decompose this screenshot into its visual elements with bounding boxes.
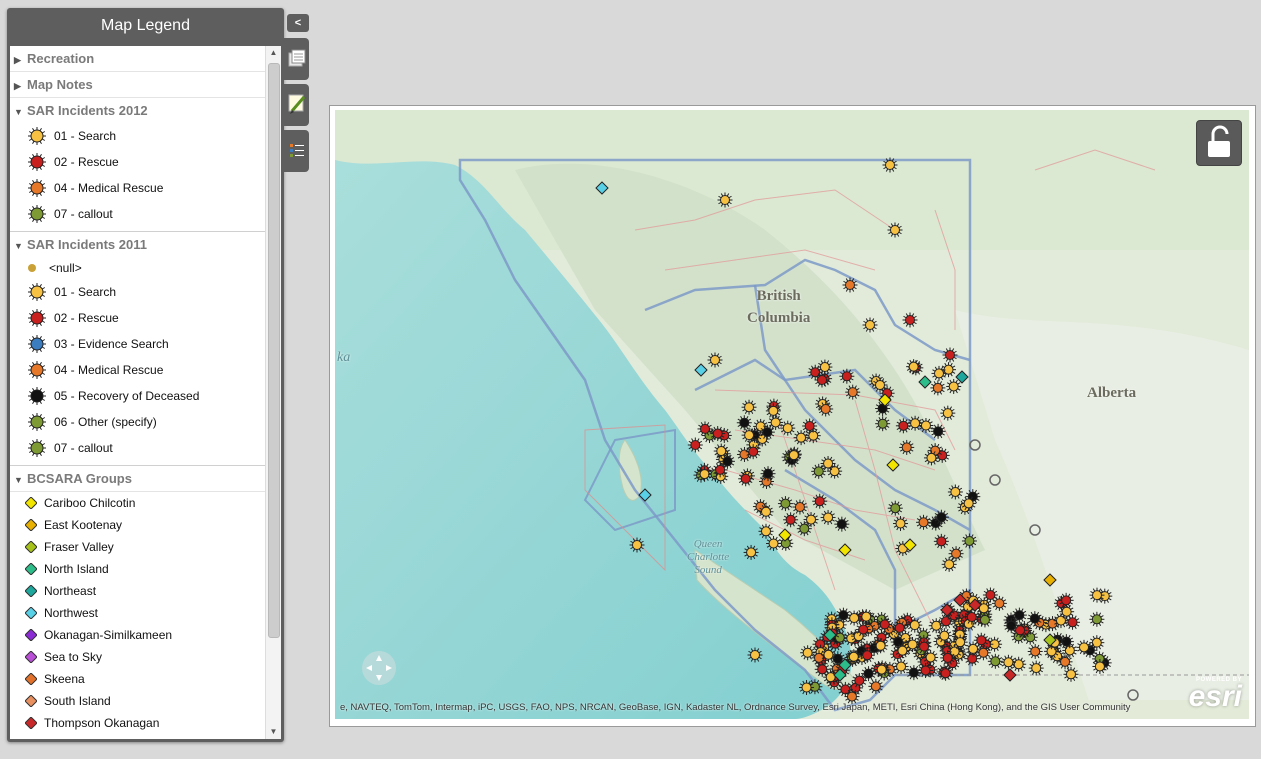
label-british-columbia: British Columbia (747, 288, 811, 326)
pan-navigation-control[interactable] (362, 651, 396, 685)
pan-compass-icon (366, 655, 392, 681)
legend-section-recreation[interactable]: ▶ Recreation (10, 46, 266, 72)
label-queen-charlotte-sound: Queen Charlotte Sound (687, 538, 730, 576)
legend-item: 01 - Search (10, 123, 266, 149)
map-attribution: e, NAVTEQ, TomTom, Intermap, iPC, USGS, … (340, 702, 1131, 713)
diamond-marker-icon (25, 585, 37, 597)
diamond-marker-icon (25, 541, 37, 553)
legend-section-sar-2011: ▼ SAR Incidents 2011 <null> 01 - Search 0… (10, 232, 266, 466)
diamond-marker-icon (25, 673, 37, 685)
legend-item: 05 - Recovery of Deceased (10, 383, 266, 409)
collapse-triangle-icon: ▼ (14, 107, 23, 117)
sun-marker-icon (28, 361, 46, 379)
scroll-down-arrow-icon[interactable]: ▼ (266, 725, 281, 739)
pencil-edit-icon (288, 94, 306, 114)
legend-section-sar-2012: ▼ SAR Incidents 2012 01 - Search 02 - Res… (10, 98, 266, 232)
label-alberta: Alberta (1087, 385, 1137, 401)
esri-wordmark: esri (1188, 680, 1242, 713)
legend-item: 04 - Medical Rescue (10, 357, 266, 383)
legend-item: 06 - Other (specify) (10, 409, 266, 435)
legend-body: ▶ Recreation ▶ Map Notes ▼ SAR Incidents 20… (10, 46, 281, 739)
scroll-up-arrow-icon[interactable]: ▲ (266, 46, 281, 60)
section-label: Recreation (27, 51, 95, 66)
expand-triangle-icon: ▶ (14, 81, 21, 91)
legend-item: 02 - Rescue (10, 305, 266, 331)
legend-item: Skeena (10, 668, 266, 690)
basemap-gallery-button[interactable] (284, 38, 309, 80)
lock-map-button[interactable] (1196, 120, 1242, 166)
collapse-triangle-icon: ▼ (14, 241, 23, 251)
legend-section-header[interactable]: ▼ SAR Incidents 2011 (10, 232, 266, 257)
diamond-marker-icon (25, 695, 37, 707)
legend-item: 07 - callout (10, 435, 266, 461)
legend-scrollbar[interactable]: ▲ ▼ (265, 46, 281, 739)
scroll-thumb[interactable] (268, 63, 280, 638)
layers-page-icon (288, 49, 306, 67)
map-frame: British Columbia Alberta Queen Charlotte… (329, 105, 1256, 727)
unlock-icon (1208, 125, 1230, 157)
diamond-marker-icon (25, 629, 37, 641)
legend-section-header[interactable]: ▼ BCSARA Groups (10, 466, 266, 492)
legend-item: 02 - Rescue (10, 149, 266, 175)
legend-item: North Island (10, 558, 266, 580)
diamond-marker-icon (25, 607, 37, 619)
legend-item: South Island (10, 690, 266, 712)
section-label: SAR Incidents 2011 (27, 237, 147, 252)
sun-marker-icon (28, 153, 46, 171)
legend-list: ▶ Recreation ▶ Map Notes ▼ SAR Incidents 20… (10, 46, 266, 739)
chevron-left-icon: < (294, 17, 302, 29)
section-label: BCSARA Groups (27, 471, 132, 486)
sun-marker-icon (28, 335, 46, 353)
legend-item: Northwest (10, 602, 266, 624)
sun-marker-icon (28, 439, 46, 457)
legend-item: 03 - Evidence Search (10, 331, 266, 357)
sun-marker-icon (28, 179, 46, 197)
sun-marker-icon (28, 413, 46, 431)
diamond-marker-icon (25, 497, 37, 509)
collapse-triangle-icon: ▼ (14, 475, 23, 485)
section-label: SAR Incidents 2012 (27, 103, 148, 118)
edit-button[interactable] (284, 84, 309, 126)
legend-item: Sea to Sky (10, 646, 266, 668)
esri-logo: POWERED BY esri (1180, 677, 1242, 717)
diamond-marker-icon (25, 651, 37, 663)
basemap (335, 110, 1249, 719)
collapse-panel-button[interactable]: < (287, 14, 309, 32)
legend-item: Thompson Okanagan (10, 712, 266, 734)
legend-title: Map Legend (101, 17, 190, 34)
legend-item: 04 - Medical Rescue (10, 175, 266, 201)
diamond-marker-icon (25, 563, 37, 575)
sun-marker-icon (28, 283, 46, 301)
diamond-marker-icon (25, 519, 37, 531)
legend-section-bcsara-groups: ▼ BCSARA Groups Cariboo Chilcotin East Koo… (10, 466, 266, 734)
legend-item: East Kootenay (10, 514, 266, 536)
diamond-marker-icon (25, 717, 37, 729)
legend-item: Okanagan-Similkameen (10, 624, 266, 646)
legend-item: Northeast (10, 580, 266, 602)
legend-panel: Map Legend ▶ Recreation ▶ Map Notes ▼ SAR I… (7, 8, 284, 742)
legend-section-header[interactable]: ▼ SAR Incidents 2012 (10, 98, 266, 123)
list-legend-icon (290, 144, 304, 157)
legend-item: Fraser Valley (10, 536, 266, 558)
legend-section-map-notes[interactable]: ▶ Map Notes (10, 72, 266, 98)
legend-item: 07 - callout (10, 201, 266, 227)
sun-marker-icon (28, 127, 46, 145)
expand-triangle-icon: ▶ (14, 55, 21, 65)
group-item-list: Cariboo Chilcotin East Kootenay Fraser Val… (10, 492, 266, 734)
dot-marker-icon (28, 264, 36, 272)
sun-marker-icon (28, 205, 46, 223)
sun-marker-icon (28, 387, 46, 405)
label-alaska: ka (337, 350, 351, 365)
section-label: Map Notes (27, 77, 93, 92)
legend-item: 01 - Search (10, 279, 266, 305)
legend-item: <null> (10, 257, 266, 279)
map-view[interactable]: British Columbia Alberta Queen Charlotte… (335, 110, 1249, 719)
sun-marker-icon (28, 309, 46, 327)
legend-item: Cariboo Chilcotin (10, 492, 266, 514)
legend-toggle-button[interactable] (284, 130, 309, 172)
